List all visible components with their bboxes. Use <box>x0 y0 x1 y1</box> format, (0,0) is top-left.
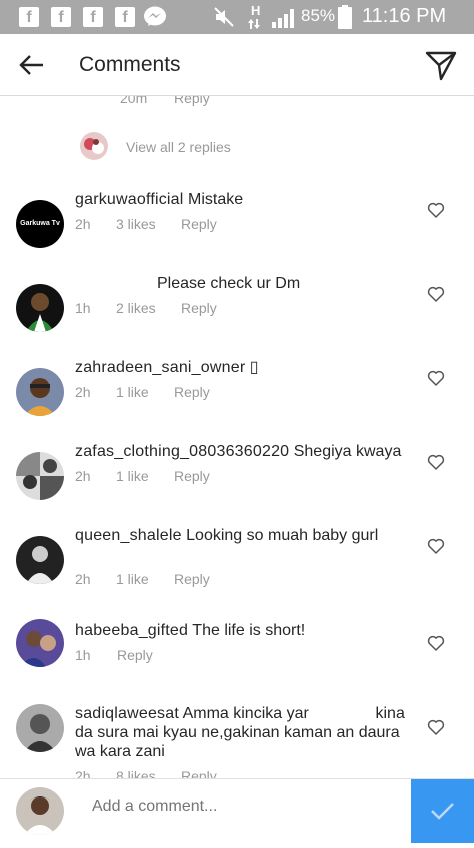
comment-likes[interactable]: 1 like <box>116 571 149 587</box>
back-arrow-icon[interactable] <box>16 49 48 81</box>
comment-time: 1h <box>75 647 91 663</box>
comment-username[interactable]: queen_shalele <box>75 527 182 544</box>
like-heart-icon[interactable] <box>427 285 445 303</box>
comment-input[interactable] <box>90 797 394 817</box>
comment-text: ▯ <box>249 359 259 376</box>
commenter-avatar[interactable] <box>16 284 64 332</box>
comment-time: 2h <box>75 571 91 587</box>
comment-username[interactable]: garkuwaofficial <box>75 191 184 208</box>
comment-time: 2h <box>75 216 91 232</box>
status-bar: f f f f H 85% 11:16 PM <box>0 0 474 34</box>
comment-text: Mistake <box>188 191 244 208</box>
like-heart-icon[interactable] <box>427 718 445 736</box>
comment-text: Please check ur Dm <box>157 275 301 292</box>
comment-likes[interactable]: 1 like <box>116 468 149 484</box>
comment-username[interactable]: sadiqlaweesat <box>75 705 179 722</box>
network-type: H <box>251 3 261 18</box>
reply-button[interactable]: Reply <box>117 647 153 663</box>
commenter-avatar[interactable] <box>16 368 64 416</box>
reply-avatar[interactable] <box>78 130 110 162</box>
comment-likes[interactable]: 2 likes <box>116 300 156 316</box>
commenter-avatar[interactable]: Garkuwa Tv <box>16 200 64 248</box>
like-heart-icon[interactable] <box>427 201 445 219</box>
comment-time: 2h <box>75 768 91 778</box>
reply-button[interactable]: Reply <box>181 300 217 316</box>
comment-time: 2h <box>75 384 91 400</box>
like-heart-icon[interactable] <box>427 634 445 652</box>
reply-button[interactable]: Reply <box>174 468 210 484</box>
facebook-notification-icon: f <box>19 7 39 27</box>
clock: 11:16 PM <box>362 5 447 27</box>
page-title: Comments <box>79 53 181 76</box>
facebook-notification-icon: f <box>115 7 135 27</box>
facebook-notification-icon: f <box>51 7 71 27</box>
comment-time: 2h <box>75 468 91 484</box>
comment-item: zahradeen_sani_owner ▯ 2h 1 like Reply <box>0 350 474 428</box>
comment-body: garkuwaofficial Mistake <box>75 190 415 209</box>
app-header: Comments <box>0 34 474 96</box>
post-comment-button[interactable] <box>411 779 474 843</box>
comment-likes[interactable]: 1 like <box>116 384 149 400</box>
comment-item: zafas_clothing_08036360220 Shegiya kwaya… <box>0 434 474 512</box>
commenter-avatar[interactable] <box>16 452 64 500</box>
comment-body: sadiqlaweesat Amma kincika yar kina da s… <box>75 704 420 761</box>
facebook-notification-icon: f <box>83 7 103 27</box>
mute-icon <box>214 7 234 27</box>
current-user-avatar <box>16 787 64 835</box>
comment-username[interactable]: zahradeen_sani_owner <box>75 359 245 376</box>
comment-username[interactable]: habeeba_gifted <box>75 622 188 639</box>
like-heart-icon[interactable] <box>427 453 445 471</box>
comment-body: queen_shalele Looking so muah baby gurl <box>75 526 415 545</box>
commenter-avatar[interactable] <box>16 619 64 667</box>
signal-icon <box>272 9 294 28</box>
battery-percent: 85% <box>301 6 336 25</box>
comment-text: The life is short! <box>192 622 306 639</box>
comment-item: Please check ur Dm 1h 2 likes Reply <box>0 266 474 344</box>
comment-time: 20m <box>120 96 148 106</box>
comment-body: zahradeen_sani_owner ▯ <box>75 358 415 377</box>
comment-item: Garkuwa Tv garkuwaofficial Mistake 2h 3 … <box>0 182 474 260</box>
reply-button[interactable]: Reply <box>174 96 210 106</box>
comment-item: queen_shalele Looking so muah baby gurl … <box>0 518 474 614</box>
comment-item: sadiqlaweesat Amma kincika yar kina da s… <box>0 696 474 778</box>
data-arrows-icon <box>248 19 260 29</box>
reply-button[interactable]: Reply <box>174 384 210 400</box>
comment-text: Looking so muah baby gurl <box>186 527 379 544</box>
messenger-icon <box>144 6 166 26</box>
battery-icon <box>338 5 352 29</box>
comment-composer <box>0 778 474 843</box>
comments-list[interactable]: 20m Reply View all 2 replies Garkuwa Tv … <box>0 96 474 778</box>
comment-item: habeeba_gifted The life is short! 1h Rep… <box>0 614 474 694</box>
comment-likes[interactable]: 8 likes <box>116 768 156 778</box>
comment-body: habeeba_gifted The life is short! <box>75 621 415 640</box>
view-replies-link[interactable]: View all 2 replies <box>126 139 231 155</box>
reply-button[interactable]: Reply <box>174 571 210 587</box>
reply-button[interactable]: Reply <box>181 216 217 232</box>
comment-username[interactable]: zafas_clothing_08036360220 <box>75 443 289 460</box>
reply-button[interactable]: Reply <box>181 768 217 778</box>
like-heart-icon[interactable] <box>427 369 445 387</box>
checkmark-icon <box>431 803 454 820</box>
commenter-avatar[interactable] <box>16 536 64 584</box>
comment-time: 1h <box>75 300 91 316</box>
comment-body: zafas_clothing_08036360220 Shegiya kwaya <box>75 442 425 461</box>
commenter-avatar[interactable] <box>16 704 64 752</box>
comment-likes[interactable]: 3 likes <box>116 216 156 232</box>
comment-text: Shegiya kwaya <box>293 443 402 460</box>
avatar-label: Garkuwa Tv <box>20 220 60 227</box>
direct-share-icon[interactable] <box>424 48 458 82</box>
like-heart-icon[interactable] <box>427 537 445 555</box>
